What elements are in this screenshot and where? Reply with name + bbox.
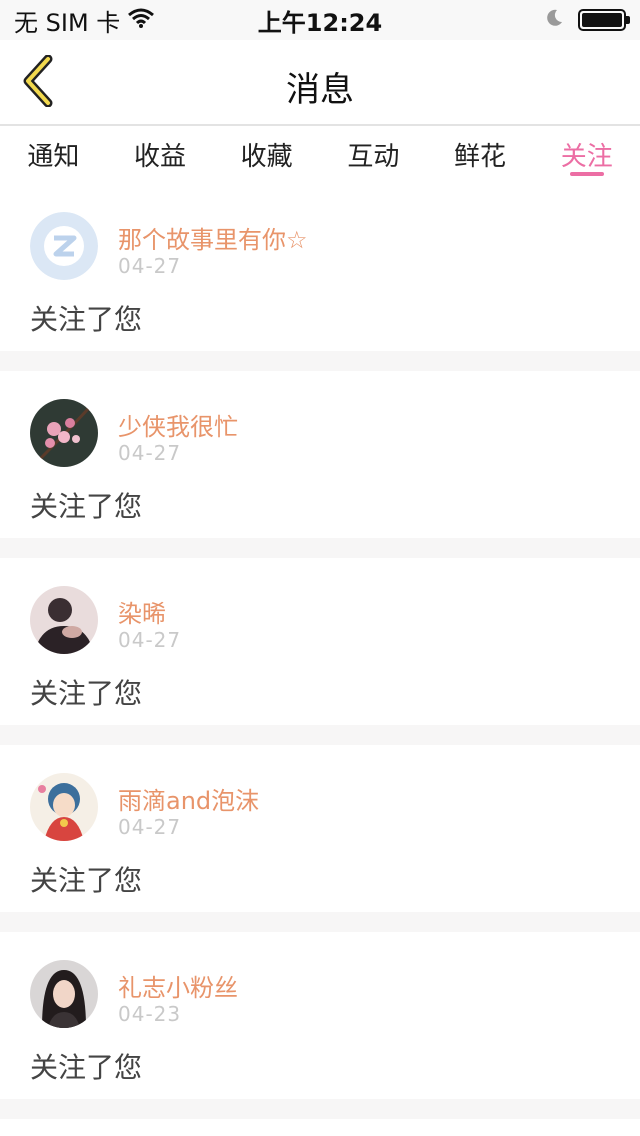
message-date: 04-27 [118,815,182,839]
avatar[interactable] [30,212,98,280]
tab-label: 收益 [134,142,187,172]
message-date: 04-27 [118,441,182,465]
message-item[interactable]: 雨滴and泡沫 04-27 关注了您 [0,745,640,912]
tab-label: 互动 [347,142,400,172]
navigation-bar: 消息 [0,40,640,126]
message-date: 04-23 [118,1002,182,1026]
page-title: 消息 [286,70,354,110]
avatar[interactable] [30,586,98,654]
status-bar: 无 SIM 卡 上午12:24 [0,0,640,40]
message-item[interactable]: 那个故事里有你☆ 04-27 关注了您 [0,184,640,351]
tab-label: 收藏 [240,142,293,172]
username[interactable]: 雨滴and泡沫 [118,781,259,816]
active-tab-indicator [569,172,604,176]
avatar[interactable] [30,773,98,841]
wifi-icon [128,6,155,34]
username[interactable]: 染晞 [118,594,166,629]
username[interactable]: 少侠我很忙 [118,407,238,442]
message-item[interactable]: 少侠我很忙 04-27 关注了您 [0,371,640,538]
message-text: 关注了您 [30,303,143,336]
message-text: 关注了您 [30,864,143,897]
message-date: 04-27 [118,254,182,278]
tab-4[interactable]: 鲜花 [427,128,534,184]
tab-1[interactable]: 收益 [107,128,214,184]
message-date: 04-27 [118,628,182,652]
avatar[interactable] [30,399,98,467]
username[interactable]: 那个故事里有你☆ [118,220,308,255]
tab-label: 鲜花 [454,142,507,172]
message-text: 关注了您 [30,1051,143,1084]
tab-label: 通知 [27,142,80,172]
do-not-disturb-moon-icon [544,6,564,34]
tab-0[interactable]: 通知 [0,128,107,184]
message-list: 那个故事里有你☆ 04-27 关注了您 少侠我很忙 04-27 关注了您 染晞 04-27 关注… [0,184,640,1119]
message-text: 关注了您 [30,490,143,523]
message-text: 关注了您 [30,677,143,710]
tab-3[interactable]: 互动 [320,128,427,184]
battery-icon [578,9,630,31]
tab-5[interactable]: 关注 [533,128,640,184]
tab-label: 关注 [560,142,613,172]
message-item[interactable]: 礼志小粉丝 04-23 关注了您 [0,932,640,1099]
message-item[interactable]: 染晞 04-27 关注了您 [0,558,640,725]
username[interactable]: 礼志小粉丝 [118,968,238,1003]
carrier-label: 无 SIM 卡 [14,8,121,37]
tab-bar: 通知 收益 收藏 互动 鲜花 关注 [0,128,640,184]
avatar[interactable] [30,960,98,1028]
tab-2[interactable]: 收藏 [213,128,320,184]
